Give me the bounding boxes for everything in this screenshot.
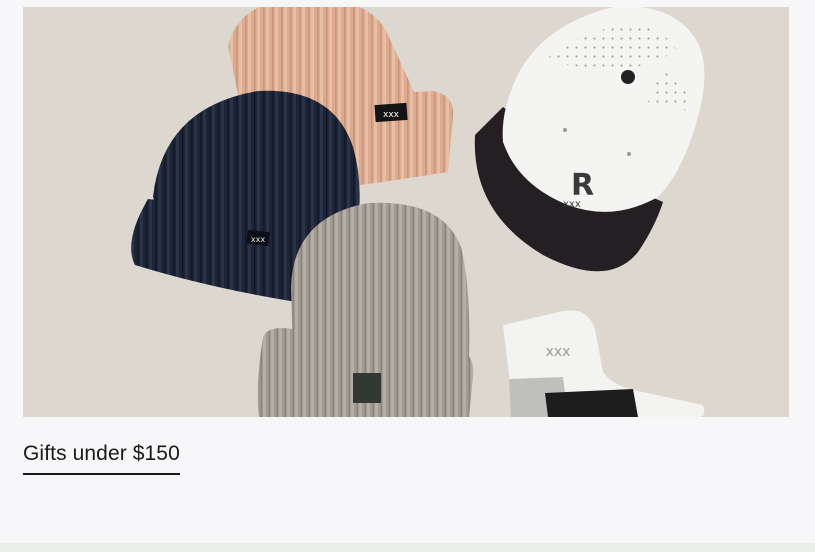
footer-divider — [0, 543, 815, 552]
svg-text:xxx: xxx — [563, 199, 581, 210]
gifts-under-150-link[interactable]: Gifts under $150 — [23, 441, 180, 476]
svg-text:R: R — [571, 168, 594, 203]
gifts-hero-image[interactable]: xxx xxx R xxx xxx — [23, 7, 789, 417]
product-photo: xxx xxx R xxx xxx — [23, 7, 789, 417]
svg-text:xxx: xxx — [546, 344, 571, 360]
svg-text:xxx: xxx — [251, 235, 265, 244]
svg-text:xxx: xxx — [383, 110, 400, 120]
